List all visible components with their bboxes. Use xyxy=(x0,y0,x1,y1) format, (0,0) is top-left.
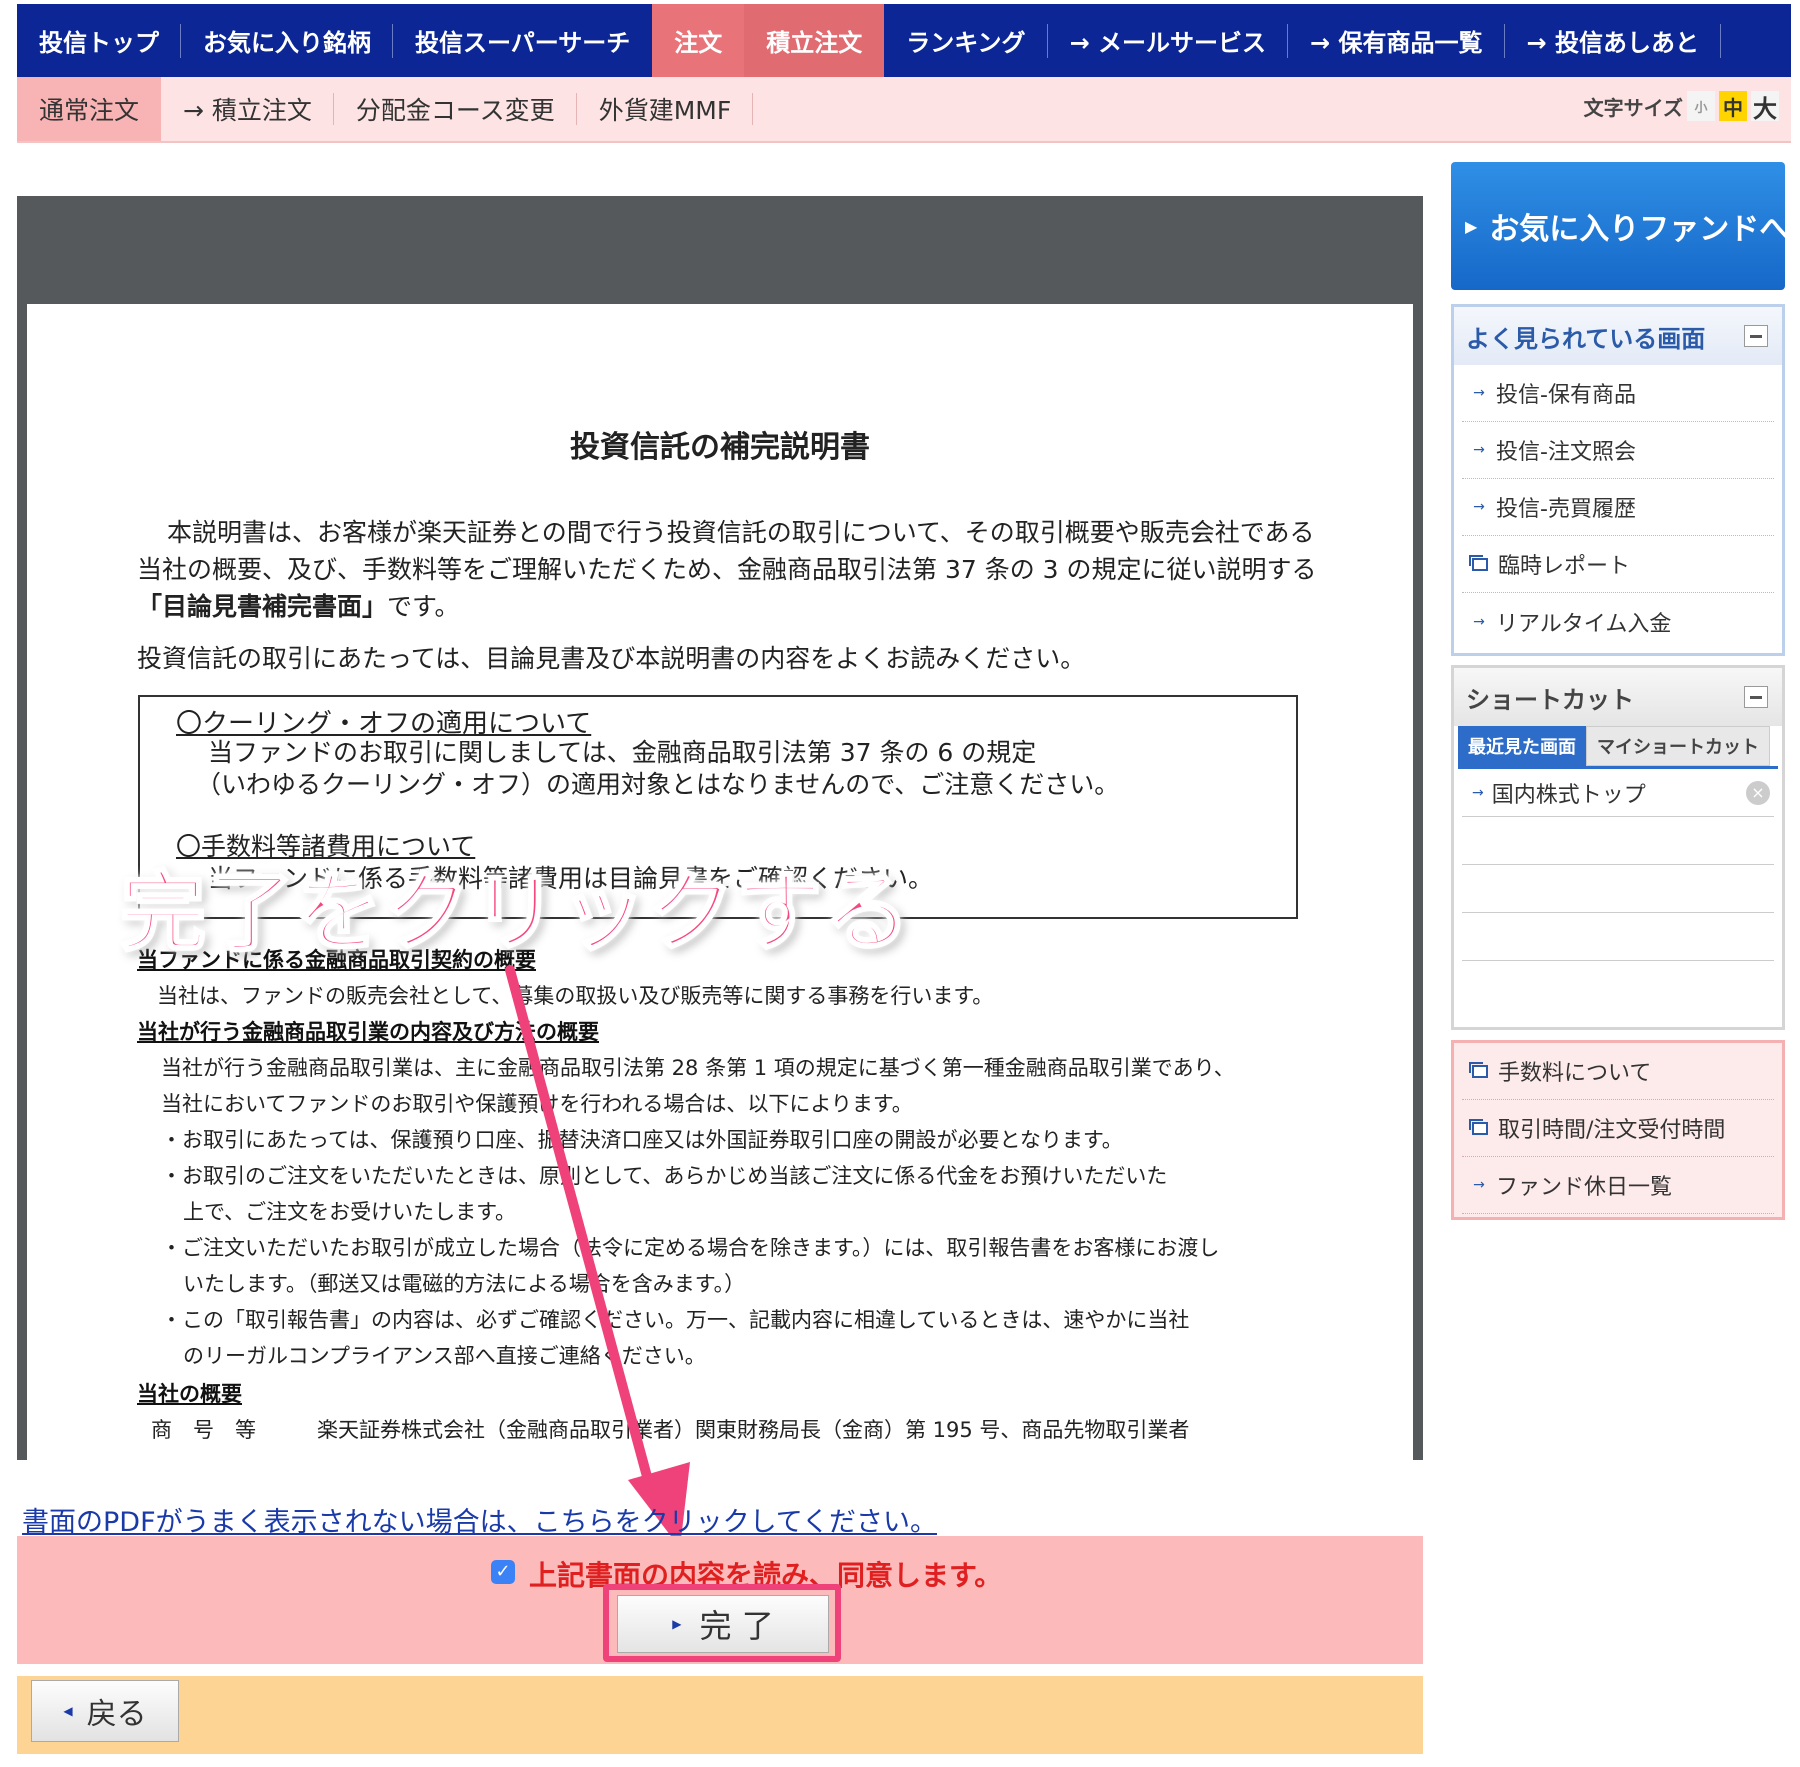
frequent-screens-panel: よく見られている画面 → 投信-保有商品 → 投信-注文照会 → 投信-売買履歴 臨時… xyxy=(1451,304,1785,656)
nav-toushin-top[interactable]: 投信トップ xyxy=(17,4,181,77)
nav-mail-service[interactable]: → メールサービス xyxy=(1048,4,1289,77)
new-window-icon xyxy=(1469,1061,1488,1078)
nav-order[interactable]: 注文 xyxy=(652,4,745,77)
nav-holdings-list[interactable]: → 保有商品一覧 xyxy=(1288,4,1505,77)
new-window-icon xyxy=(1469,554,1488,571)
info-item-fund-holidays[interactable]: → ファンド休日一覧 xyxy=(1462,1157,1774,1214)
nav-fund-history[interactable]: → 投信あしあと xyxy=(1505,4,1722,77)
frequent-item-holdings[interactable]: → 投信-保有商品 xyxy=(1462,365,1774,422)
nav-ranking[interactable]: ランキング xyxy=(884,4,1048,77)
arrow-right-icon: → xyxy=(1473,613,1485,630)
section-company-title: 当社の概要 xyxy=(137,1382,242,1406)
subnav-normal-order[interactable]: 通常注文 xyxy=(17,77,162,141)
section-contract-text: 当社は、ファンドの販売会社として、募集の取扱い及び販売等に関する事務を行います。 xyxy=(157,984,994,1008)
shortcut-empty-row xyxy=(1462,865,1774,913)
section-business-bullet-2a: ・お取引のご注文をいただいたときは、原則として、あらかじめ当該ご注文に係る代金を… xyxy=(161,1164,1168,1188)
play-icon: ▶ xyxy=(672,1617,682,1631)
sub-nav: 通常注文 → 積立注文 分配金コース変更 外貨建MMF 文字サイズ 小 中 大 xyxy=(17,77,1791,143)
section-business-bullet-2b: 上で、ご注文をお受けいたします。 xyxy=(183,1200,517,1224)
frequent-screens-title: よく見られている画面 xyxy=(1466,324,1706,353)
company-value: 楽天証券株式会社（金融商品取引業者）関東財務局長（金商）第 195 号、商品先物… xyxy=(317,1418,1190,1442)
frequent-item-realtime-deposit[interactable]: → リアルタイム入金 xyxy=(1462,593,1774,650)
font-size-control: 文字サイズ 小 中 大 xyxy=(1583,91,1779,123)
agree-checkbox[interactable]: ✓ xyxy=(491,1560,515,1584)
shortcut-tabs: 最近見た画面 マイショートカット xyxy=(1458,726,1778,769)
tab-recently-viewed[interactable]: 最近見た画面 xyxy=(1458,726,1586,766)
done-button[interactable]: ▶ 完 了 xyxy=(617,1595,829,1653)
font-size-medium[interactable]: 中 xyxy=(1719,91,1747,121)
arrow-right-icon: → xyxy=(1473,1177,1485,1193)
favorite-funds-label: お気に入りファンドへ xyxy=(1489,212,1790,247)
play-icon: ▶ xyxy=(1465,216,1478,236)
font-size-small[interactable]: 小 xyxy=(1687,91,1715,121)
section-business-title: 当社が行う金融商品取引業の内容及び方法の概要 xyxy=(137,1020,599,1044)
new-window-icon xyxy=(1469,1118,1488,1135)
shortcut-title: ショートカット xyxy=(1466,685,1634,714)
shortcut-header: ショートカット xyxy=(1454,668,1782,726)
info-links-panel: 手数料について 取引時間/注文受付時間 → ファンド休日一覧 xyxy=(1451,1040,1785,1220)
close-icon[interactable]: × xyxy=(1746,781,1770,805)
frequent-item-trade-history[interactable]: → 投信-売買履歴 xyxy=(1462,479,1774,536)
shortcut-item[interactable]: → 国内株式トップ × xyxy=(1462,769,1774,817)
tab-my-shortcut[interactable]: マイショートカット xyxy=(1586,726,1770,766)
pdf-fallback-link[interactable]: 書面のPDFがうまく表示されない場合は、こちらをクリックしてください。 xyxy=(22,1500,937,1539)
shortcut-empty-row xyxy=(1462,913,1774,961)
cooling-off-text-1: 当ファンドのお取引に関しましては、金融商品取引法第 37 条の 6 の規定 xyxy=(208,738,1037,767)
shortcut-empty-row xyxy=(1462,817,1774,865)
done-button-label: 完 了 xyxy=(699,1607,774,1645)
arrow-right-icon: → xyxy=(1473,385,1485,401)
top-nav: 投信トップ お気に入り銘柄 投信スーパーサーチ 注文 積立注文 ランキング → … xyxy=(17,4,1791,77)
arrow-right-icon: → xyxy=(1473,499,1485,515)
info-item-fees[interactable]: 手数料について xyxy=(1462,1043,1774,1100)
cooling-off-text-2: （いわゆるクーリング・オフ）の適用対象とはなりませんので、ご注意ください。 xyxy=(196,770,1120,799)
section-business-line-1: 当社が行う金融商品取引業は、主に金融商品取引法第 28 条第 1 項の規定に基づ… xyxy=(161,1056,1235,1080)
nav-accumulation-order[interactable]: 積立注文 xyxy=(744,4,885,77)
font-size-large[interactable]: 大 xyxy=(1751,91,1779,123)
instruction-annotation: 完了をクリックする xyxy=(119,862,912,965)
subnav-foreign-mmf[interactable]: 外貨建MMF xyxy=(577,77,754,141)
section-business-bullet-1: ・お取引にあたっては、保護預り口座、振替決済口座又は外国証券取引口座の開設が必要… xyxy=(161,1128,1123,1152)
section-business-bullet-3b: いたします。（郵送又は電磁的方法による場合を含みます。） xyxy=(183,1272,746,1296)
intro-paragraph: 本説明書は、お客様が楽天証券との間で行う投資信託の取引について、その取引概要や販… xyxy=(137,518,1317,621)
frequent-item-report[interactable]: 臨時レポート xyxy=(1462,536,1774,593)
agreement-bar: ✓ 上記書面の内容を読み、同意します。 ▶ 完 了 xyxy=(17,1536,1423,1664)
reading-notice: 投資信託の取引にあたっては、目論見書及び本説明書の内容をよくお読みください。 xyxy=(137,644,1086,673)
collapse-icon[interactable] xyxy=(1744,686,1768,708)
font-size-label: 文字サイズ xyxy=(1583,95,1683,120)
company-label: 商 号 等 xyxy=(151,1418,256,1442)
arrow-right-icon: → xyxy=(1472,784,1484,801)
collapse-icon[interactable] xyxy=(1744,325,1768,347)
back-arrow-icon: ◀ xyxy=(63,1704,73,1718)
nav-super-search[interactable]: 投信スーパーサーチ xyxy=(393,4,652,77)
arrow-right-icon: → xyxy=(1473,442,1485,458)
nav-favorite-funds[interactable]: お気に入り銘柄 xyxy=(181,4,393,77)
frequent-item-order-inquiry[interactable]: → 投信-注文照会 xyxy=(1462,422,1774,479)
back-button-label: 戻る xyxy=(86,1697,147,1732)
subnav-accumulation-order[interactable]: → 積立注文 xyxy=(161,77,334,141)
frequent-screens-header: よく見られている画面 xyxy=(1454,307,1782,365)
shortcut-panel: ショートカット 最近見た画面 マイショートカット → 国内株式トップ × xyxy=(1451,665,1785,1030)
section-business-bullet-3a: ・ご注文いただいたお取引が成立した場合（法令に定める場合を除きます。）には、取引… xyxy=(161,1236,1220,1260)
section-business-bullet-4a: ・この「取引報告書」の内容は、必ずご確認ください。万一、記載内容に相違していると… xyxy=(161,1308,1190,1332)
info-item-trading-hours[interactable]: 取引時間/注文受付時間 xyxy=(1462,1100,1774,1157)
section-business-bullet-4b: のリーガルコンプライアンス部へ直接ご連絡ください。 xyxy=(183,1344,706,1368)
back-bar: ◀ 戻る xyxy=(17,1676,1423,1754)
section-business-line-2: 当社においてファンドのお取引や保護預けを行われる場合は、以下によります。 xyxy=(161,1092,913,1116)
document-title: 投資信託の補完説明書 xyxy=(570,430,870,465)
pdf-viewer[interactable]: 投資信託の補完説明書 本説明書は、お客様が楽天証券との間で行う投資信託の取引につ… xyxy=(17,196,1423,1460)
back-button[interactable]: ◀ 戻る xyxy=(31,1680,179,1742)
favorite-funds-button[interactable]: ▶ お気に入りファンドへ xyxy=(1451,162,1789,290)
subnav-dividend-course[interactable]: 分配金コース変更 xyxy=(334,77,577,141)
